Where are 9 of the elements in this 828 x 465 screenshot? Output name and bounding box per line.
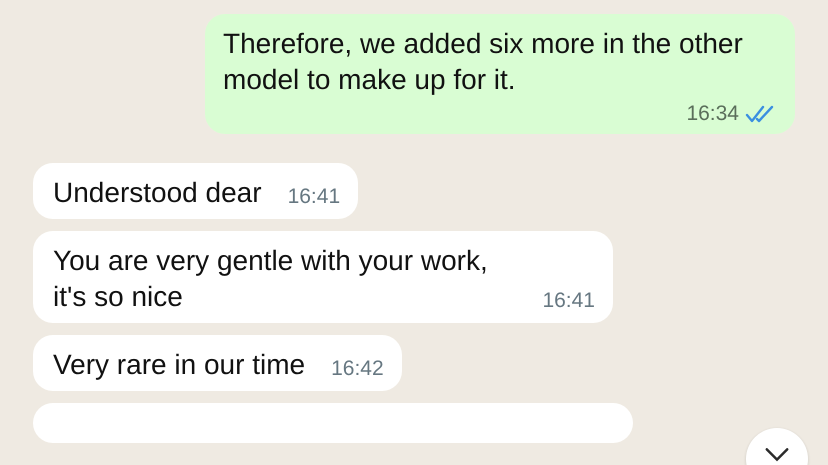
message-time: 16:42 [331,357,384,381]
message-text: You are very gentle with your work, it's so nice [53,244,489,314]
message-text: Understood dear [53,176,262,210]
chevron-down-icon [764,446,790,463]
message-time: 16:41 [288,185,340,209]
message-text: Therefore, we added six more in the other model to make up for it. [223,27,744,97]
message-text: Very rare in our time [53,348,306,382]
message-time: 16:41 [542,289,595,313]
message-time: 16:34 [686,102,739,126]
